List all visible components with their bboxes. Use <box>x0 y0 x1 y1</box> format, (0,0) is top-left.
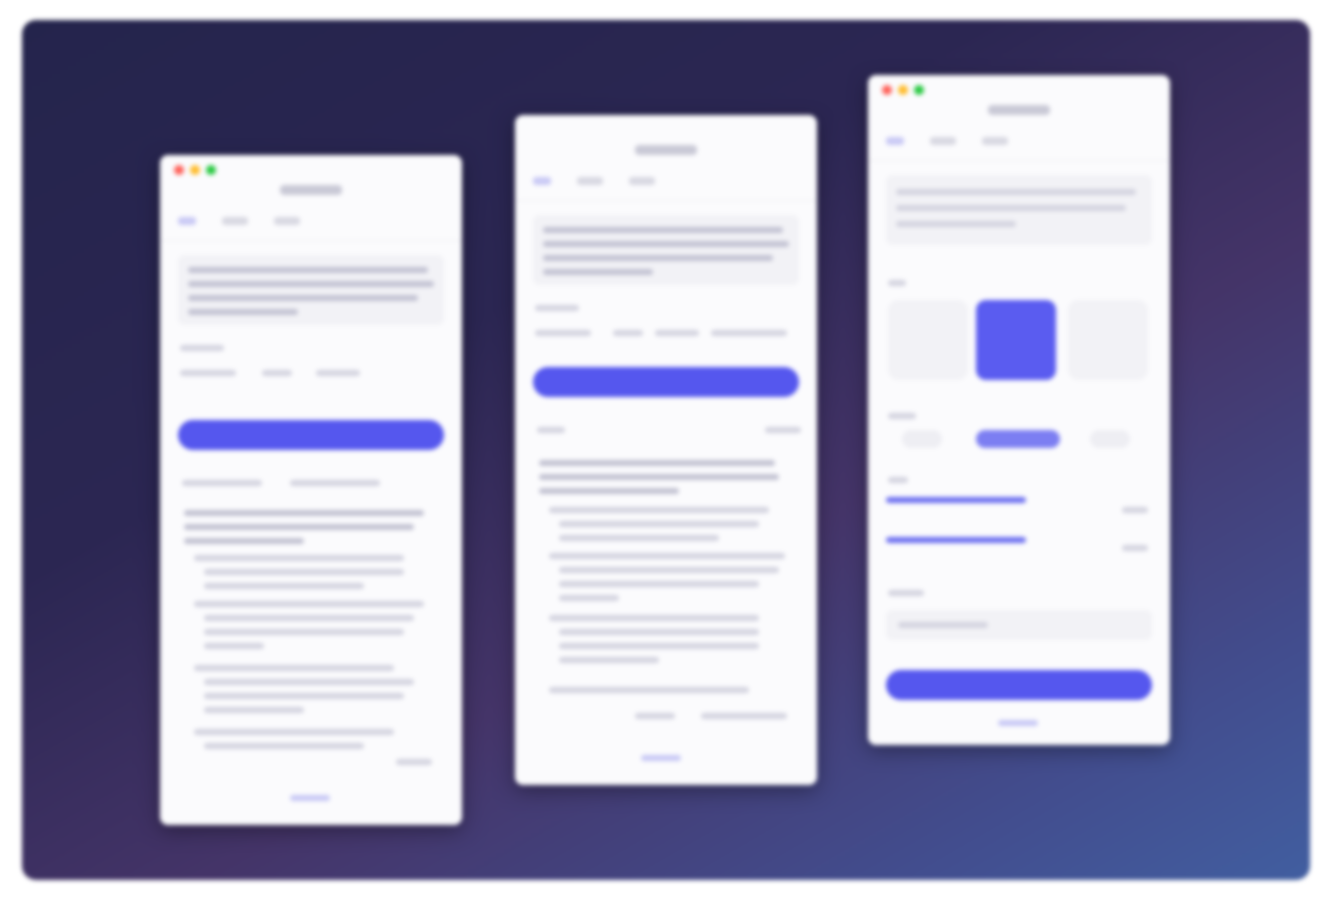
minimize-icon[interactable] <box>898 85 908 95</box>
text-input[interactable] <box>886 610 1152 640</box>
window-controls[interactable] <box>882 85 924 95</box>
showcase-background <box>22 20 1310 880</box>
option-1[interactable] <box>180 370 236 376</box>
footer-link[interactable] <box>290 795 330 801</box>
meta-right <box>290 480 380 486</box>
close-icon[interactable] <box>882 85 892 95</box>
window-title <box>988 105 1050 115</box>
option-tile-1[interactable] <box>888 300 968 380</box>
window-title <box>635 145 697 155</box>
primary-button[interactable] <box>178 420 444 450</box>
window-controls[interactable] <box>174 165 216 175</box>
action-2[interactable] <box>701 713 787 719</box>
action-1[interactable] <box>635 713 675 719</box>
tab-2[interactable] <box>222 217 248 225</box>
maximize-icon[interactable] <box>914 85 924 95</box>
footer-link[interactable] <box>641 755 681 761</box>
app-window-middle <box>515 115 817 785</box>
option-3[interactable] <box>316 370 360 376</box>
options-label <box>180 345 224 351</box>
option-tile-2-selected[interactable] <box>976 300 1056 380</box>
footer-link[interactable] <box>998 720 1038 726</box>
copy-button[interactable] <box>396 759 432 765</box>
tab-1[interactable] <box>533 177 551 185</box>
tab-1[interactable] <box>178 217 196 225</box>
option-2[interactable] <box>262 370 292 376</box>
close-icon[interactable] <box>174 165 184 175</box>
tab-2[interactable] <box>930 137 956 145</box>
info-box <box>886 175 1152 245</box>
segment-3[interactable] <box>1090 430 1130 448</box>
app-window-right <box>868 75 1170 745</box>
option-tile-3[interactable] <box>1068 300 1148 380</box>
tab-bar <box>178 217 300 225</box>
app-window-left <box>160 155 462 825</box>
tab-3[interactable] <box>629 177 655 185</box>
segment-1[interactable] <box>902 430 942 448</box>
prompt-box[interactable] <box>533 215 799 285</box>
maximize-icon[interactable] <box>206 165 216 175</box>
tab-bar <box>886 137 1008 145</box>
tab-2[interactable] <box>577 177 603 185</box>
tab-3[interactable] <box>982 137 1008 145</box>
primary-button[interactable] <box>886 670 1152 700</box>
tab-bar <box>533 177 655 185</box>
prompt-box[interactable] <box>178 255 444 325</box>
minimize-icon[interactable] <box>190 165 200 175</box>
tab-3[interactable] <box>274 217 300 225</box>
window-title <box>280 185 342 195</box>
segment-2-selected[interactable] <box>976 430 1060 448</box>
tab-1[interactable] <box>886 137 904 145</box>
meta-left <box>182 480 262 486</box>
slider-1[interactable] <box>886 497 1026 503</box>
primary-button[interactable] <box>533 367 799 397</box>
slider-2[interactable] <box>886 537 1026 543</box>
